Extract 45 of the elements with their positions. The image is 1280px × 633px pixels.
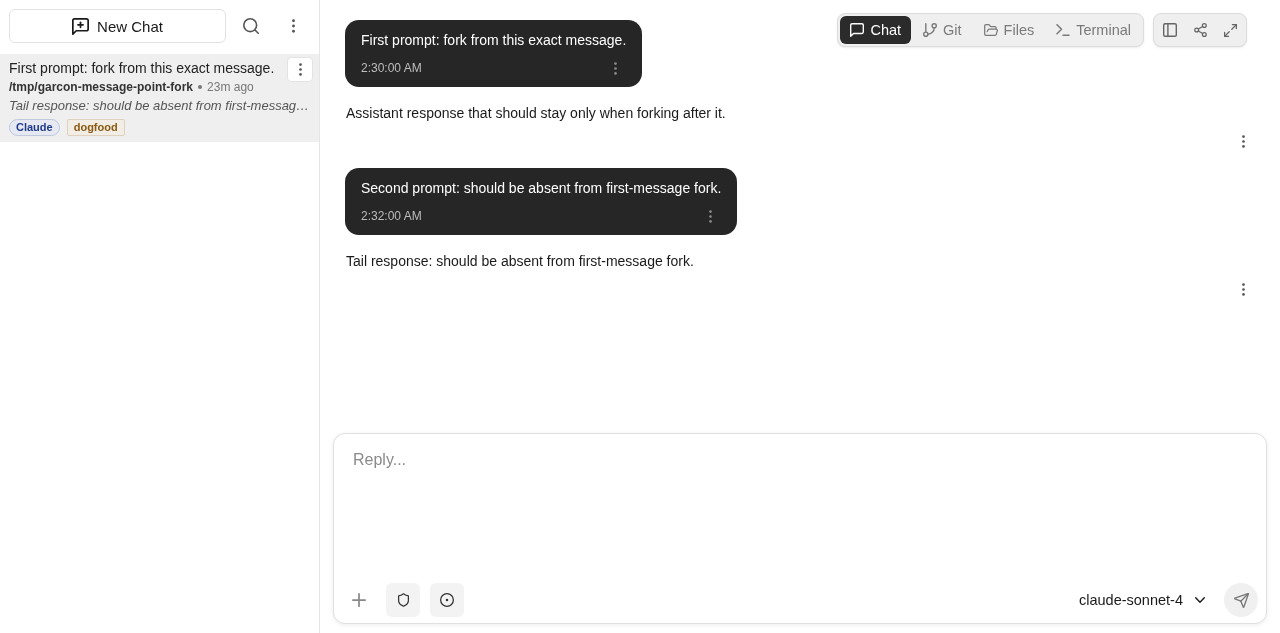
more-vertical-icon [708,209,712,223]
more-vertical-icon [1241,134,1245,148]
session-menu-button[interactable] [287,57,313,82]
session-preview: Tail response: should be absent from first-messag… [9,97,310,115]
send-button[interactable] [1224,583,1258,617]
view-tab[interactable]: Terminal [1046,16,1141,44]
reply-field[interactable]: Reply... [334,434,1266,571]
assistant-message-text: Tail response: should be absent from first-message fork. [345,252,694,271]
terminal-icon [1056,24,1071,36]
message-time: 2:30:00 AM [361,61,422,75]
share-icon [1193,23,1207,37]
circle-dot-icon [440,593,454,607]
new-chat-button[interactable]: New Chat [9,9,226,43]
more-vertical-icon [291,19,295,33]
more-vertical-icon [613,61,617,75]
expand-icon [1223,23,1237,37]
composer-box[interactable]: Reply... claude-sonnet-4 [333,433,1267,624]
new-chat-icon [72,17,90,35]
separator-dot-icon [198,85,203,89]
session-age: 23m ago [207,79,254,95]
chat-bubble-icon [850,23,865,37]
message-text: First prompt: fork from this exact message. [361,31,627,50]
chevron-down-icon [1195,597,1205,603]
shield-icon [397,593,409,607]
message-text: Second prompt: should be absent from first-message fork. [361,179,722,198]
view-tab[interactable]: Files [973,16,1045,44]
search-icon [243,18,259,34]
message-time: 2:32:00 AM [361,209,422,223]
assistant-message-text: Assistant response that should stay only when forking after it. [345,104,726,123]
tag-label: dogfood [66,119,125,136]
more-vertical-icon [298,63,302,76]
plus-icon [352,593,366,607]
git-branch-icon [923,23,938,37]
view-tab[interactable]: Git [913,16,972,44]
mode-button[interactable] [430,583,464,617]
view-tab[interactable]: Chat [840,16,912,44]
session-card[interactable]: First prompt: fork from this exact message. /tmp/garcon-message-point-fork 23m ago Tail response: should be absent from first-messag… Claude dogfood [0,54,319,142]
session-title: First prompt: fork from this exact message. [9,59,275,77]
folder-icon [983,24,998,36]
sidebar-panel-icon [1163,23,1177,37]
permissions-button[interactable] [386,583,420,617]
send-icon [1233,592,1249,608]
session-path: /tmp/garcon-message-point-fork [9,79,194,95]
agent-badge: Claude [9,119,60,136]
more-vertical-icon [1241,282,1245,296]
